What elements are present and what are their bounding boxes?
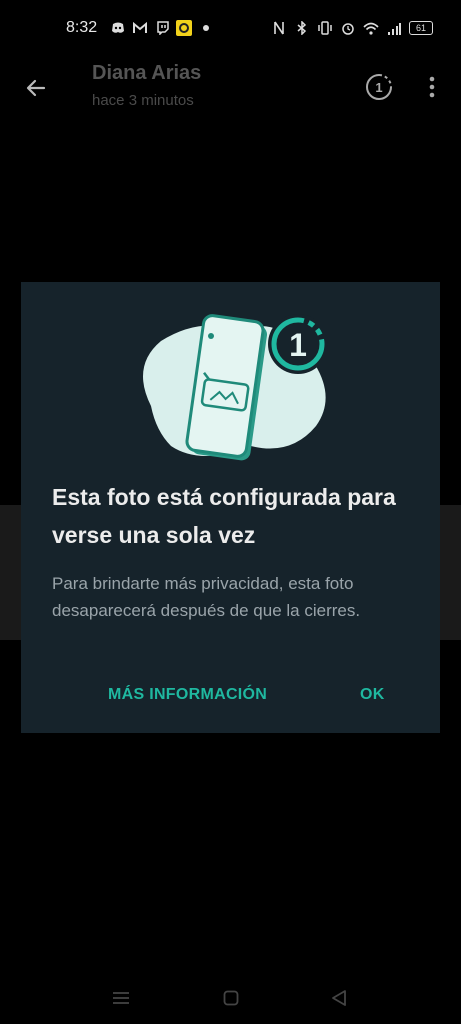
gmail-icon — [132, 20, 148, 36]
discord-icon — [110, 20, 126, 36]
dialog-title: Esta foto está configurada para verse un… — [52, 484, 396, 548]
nfc-icon — [271, 20, 287, 36]
recents-button[interactable] — [108, 986, 134, 1010]
wifi-icon — [363, 20, 379, 36]
dialog-body: Para brindarte más privacidad, esta foto… — [52, 574, 361, 620]
dot-icon — [198, 20, 214, 36]
arrow-left-icon — [26, 79, 46, 97]
battery-indicator: 61 — [409, 21, 433, 35]
back-triangle-icon — [332, 990, 346, 1006]
notification-icons — [110, 20, 214, 36]
signal-icon — [386, 20, 402, 36]
back-button[interactable] — [18, 70, 54, 106]
svg-text:1: 1 — [375, 80, 382, 95]
view-once-button[interactable]: 1 — [362, 70, 396, 104]
contact-name: Diana Arias — [92, 62, 202, 84]
system-icons: 61 — [271, 20, 433, 36]
view-once-illustration: 1 — [143, 314, 328, 461]
bluetooth-icon — [294, 20, 310, 36]
alarm-icon — [340, 20, 356, 36]
status-bar: 8:32 61 — [0, 0, 461, 58]
ok-button[interactable]: OK — [360, 686, 385, 704]
back-nav-button[interactable] — [326, 986, 352, 1010]
badge-number: 1 — [289, 327, 307, 363]
app-notification-icon — [176, 20, 192, 36]
view-once-dialog: 1 Esta foto está configurada para verse … — [21, 282, 440, 733]
home-square-icon — [223, 990, 239, 1006]
twitch-icon — [154, 20, 170, 36]
menu-lines-icon — [113, 992, 129, 1004]
app-bar: Diana Arias hace 3 minutos 1 — [0, 58, 461, 118]
more-info-button[interactable]: MÁS INFORMACIÓN — [108, 686, 267, 704]
view-once-icon: 1 — [366, 74, 392, 100]
status-time: 8:32 — [66, 19, 98, 36]
last-seen: hace 3 minutos — [92, 92, 194, 109]
more-options-button[interactable] — [418, 70, 446, 104]
system-nav-bar — [0, 974, 461, 1024]
more-vert-icon — [429, 76, 435, 98]
vibrate-icon — [317, 20, 333, 36]
home-button[interactable] — [218, 986, 244, 1010]
